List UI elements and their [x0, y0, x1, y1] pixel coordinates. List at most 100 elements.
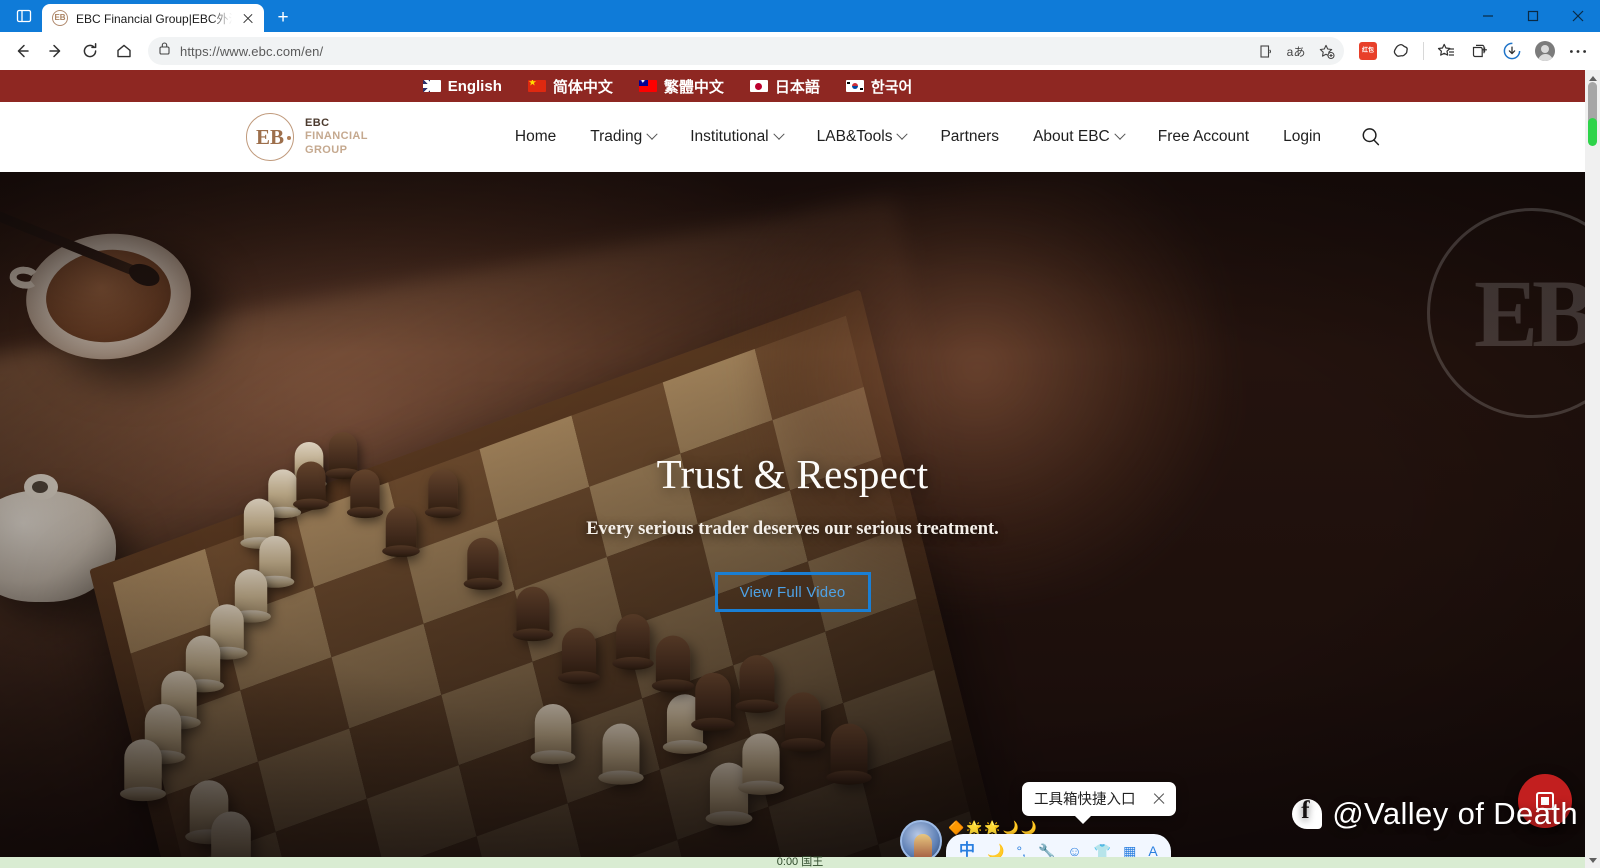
- favorites-icon[interactable]: [1430, 36, 1462, 66]
- browser-toolbar: https://www.ebc.com/en/ aあ 红包: [0, 32, 1600, 70]
- nav-item-free-account[interactable]: Free Account: [1141, 128, 1266, 146]
- toolbar-actions: 红包: [1352, 36, 1594, 66]
- main-nav: Home Trading Institutional LAB&Tools Par…: [498, 126, 1382, 148]
- page-scrollbar[interactable]: [1585, 70, 1600, 868]
- new-tab-button[interactable]: +: [268, 4, 298, 32]
- lang-label: English: [447, 77, 502, 95]
- chevron-down-icon: [646, 128, 658, 140]
- forward-arrow-icon[interactable]: [40, 36, 72, 66]
- emoji-0[interactable]: 🔶: [948, 821, 964, 834]
- chevron-down-icon: [1114, 128, 1126, 140]
- lang-item-english[interactable]: English: [422, 77, 502, 95]
- lang-item-traditional-chinese[interactable]: 繁體中文: [638, 76, 724, 97]
- emoji-icon[interactable]: ☺: [1067, 844, 1081, 858]
- nav-label: LAB&Tools: [816, 128, 893, 145]
- nav-item-trading[interactable]: Trading: [573, 128, 673, 146]
- browser-window: EB EBC Financial Group|EBC外汇交易 +: [0, 0, 1600, 868]
- add-favorite-star-icon[interactable]: [1312, 38, 1340, 64]
- nav-label: Home: [514, 128, 557, 145]
- scroll-down-icon[interactable]: [1585, 852, 1600, 868]
- scrollbar-find-marker: [1588, 118, 1597, 146]
- close-icon[interactable]: [240, 10, 256, 26]
- tab-title: EBC Financial Group|EBC外汇交易: [76, 11, 232, 26]
- status-strip-text: 0:00 国王: [776, 855, 824, 868]
- toolbar-divider: [1423, 42, 1424, 60]
- nav-item-partners[interactable]: Partners: [923, 128, 1016, 146]
- translate-icon[interactable]: aあ: [1282, 38, 1310, 64]
- emoji-2[interactable]: 🌟: [984, 821, 1000, 834]
- lock-icon: [158, 41, 171, 61]
- window-controls: [1465, 0, 1600, 32]
- hero-section: EB Trust & Respect Every serious trader …: [0, 172, 1585, 868]
- omnibox-actions: aあ: [1252, 37, 1340, 65]
- emoji-3[interactable]: 🌙: [1003, 821, 1019, 834]
- web-page: English 简体中文 繁體中文 日本語 한국어: [0, 70, 1585, 868]
- address-bar[interactable]: https://www.ebc.com/en/ aあ: [148, 37, 1344, 65]
- home-icon[interactable]: [108, 36, 140, 66]
- media-status-strip: 0:00 国王: [0, 856, 1600, 868]
- nav-item-lab-and-tools[interactable]: LAB&Tools: [800, 128, 924, 146]
- browser-tab[interactable]: EB EBC Financial Group|EBC外汇交易: [42, 4, 264, 32]
- view-full-video-button[interactable]: View Full Video: [714, 572, 871, 612]
- settings-more-icon[interactable]: [1562, 36, 1594, 66]
- hero-title: Trust & Respect: [656, 451, 929, 497]
- language-bar: English 简体中文 繁體中文 日本語 한국어: [0, 70, 1585, 102]
- lang-label: 繁體中文: [663, 78, 724, 96]
- emoji-1[interactable]: 🌟: [966, 821, 982, 834]
- skin-icon[interactable]: 👕: [1094, 844, 1111, 858]
- read-aloud-icon[interactable]: [1252, 38, 1280, 64]
- tab-strip: EB EBC Financial Group|EBC外汇交易 +: [0, 0, 298, 32]
- ebc-logo-icon: EB: [246, 113, 294, 161]
- punctuation-icon[interactable]: °,: [1016, 844, 1026, 858]
- nav-label: Trading: [590, 128, 643, 145]
- browser-titlebar: EB EBC Financial Group|EBC外汇交易 +: [0, 0, 1600, 32]
- search-icon[interactable]: [1360, 126, 1382, 148]
- minimize-icon[interactable]: [1465, 0, 1510, 32]
- lang-label: 简体中文: [552, 78, 613, 96]
- logo-line-2: FINANCIAL: [305, 130, 368, 143]
- lang-item-korean[interactable]: 한국어: [845, 76, 913, 97]
- toolbox-icon[interactable]: ▦: [1123, 844, 1136, 858]
- extension-redpocket-icon[interactable]: 红包: [1352, 36, 1384, 66]
- back-arrow-icon[interactable]: [6, 36, 38, 66]
- hero-subtitle: Every serious trader deserves our seriou…: [586, 519, 999, 539]
- profile-avatar-icon[interactable]: [1529, 36, 1561, 66]
- close-icon[interactable]: [1555, 0, 1600, 32]
- ime-tooltip-text: 工具箱快捷入口: [1034, 792, 1136, 808]
- site-logo[interactable]: EB EBC FINANCIAL GROUP: [246, 113, 368, 161]
- nav-item-login[interactable]: Login: [1266, 128, 1338, 146]
- emoji-4[interactable]: 🌙: [1021, 821, 1037, 834]
- nav-item-about-ebc[interactable]: About EBC: [1016, 128, 1141, 146]
- nav-label: Institutional: [690, 128, 769, 145]
- watermark-text: @Valley of Death: [1332, 796, 1578, 831]
- logo-line-1: EBC: [305, 116, 330, 129]
- ime-avatar[interactable]: [900, 820, 942, 862]
- maximize-icon[interactable]: [1510, 0, 1555, 32]
- logo-wordmark: EBC FINANCIAL GROUP: [305, 117, 368, 157]
- reload-icon[interactable]: [74, 36, 106, 66]
- downloads-icon[interactable]: [1496, 36, 1528, 66]
- flame-chat-icon: [1292, 797, 1323, 829]
- ime-emoji-row: 🔶 🌟 🌟 🌙 🌙: [948, 821, 1037, 834]
- lang-label: 한국어: [870, 78, 913, 96]
- moon-icon[interactable]: 🌙: [987, 844, 1004, 858]
- lang-item-japanese[interactable]: 日本語: [749, 76, 820, 97]
- flag-jp-icon: [749, 80, 768, 92]
- font-icon[interactable]: A: [1148, 844, 1157, 858]
- nav-label: Login: [1283, 128, 1322, 145]
- chevron-down-icon: [772, 128, 785, 140]
- tab-list-icon[interactable]: [6, 0, 42, 32]
- lang-label: 日本語: [774, 78, 820, 96]
- nav-label: About EBC: [1033, 128, 1110, 145]
- nav-item-home[interactable]: Home: [498, 128, 573, 146]
- nav-item-institutional[interactable]: Institutional: [673, 128, 799, 146]
- site-navbar: EB EBC FINANCIAL GROUP Home Trading Inst…: [0, 102, 1585, 172]
- lang-item-simplified-chinese[interactable]: 简体中文: [527, 76, 613, 97]
- collections-icon[interactable]: [1463, 36, 1495, 66]
- address-bar-url: https://www.ebc.com/en/: [180, 43, 324, 59]
- nav-label: Partners: [940, 128, 1000, 145]
- wrench-icon[interactable]: 🔧: [1038, 844, 1055, 858]
- close-icon[interactable]: [1152, 792, 1166, 806]
- ime-tooltip[interactable]: 工具箱快捷入口: [1022, 782, 1176, 824]
- browser-essentials-icon[interactable]: [1385, 36, 1417, 66]
